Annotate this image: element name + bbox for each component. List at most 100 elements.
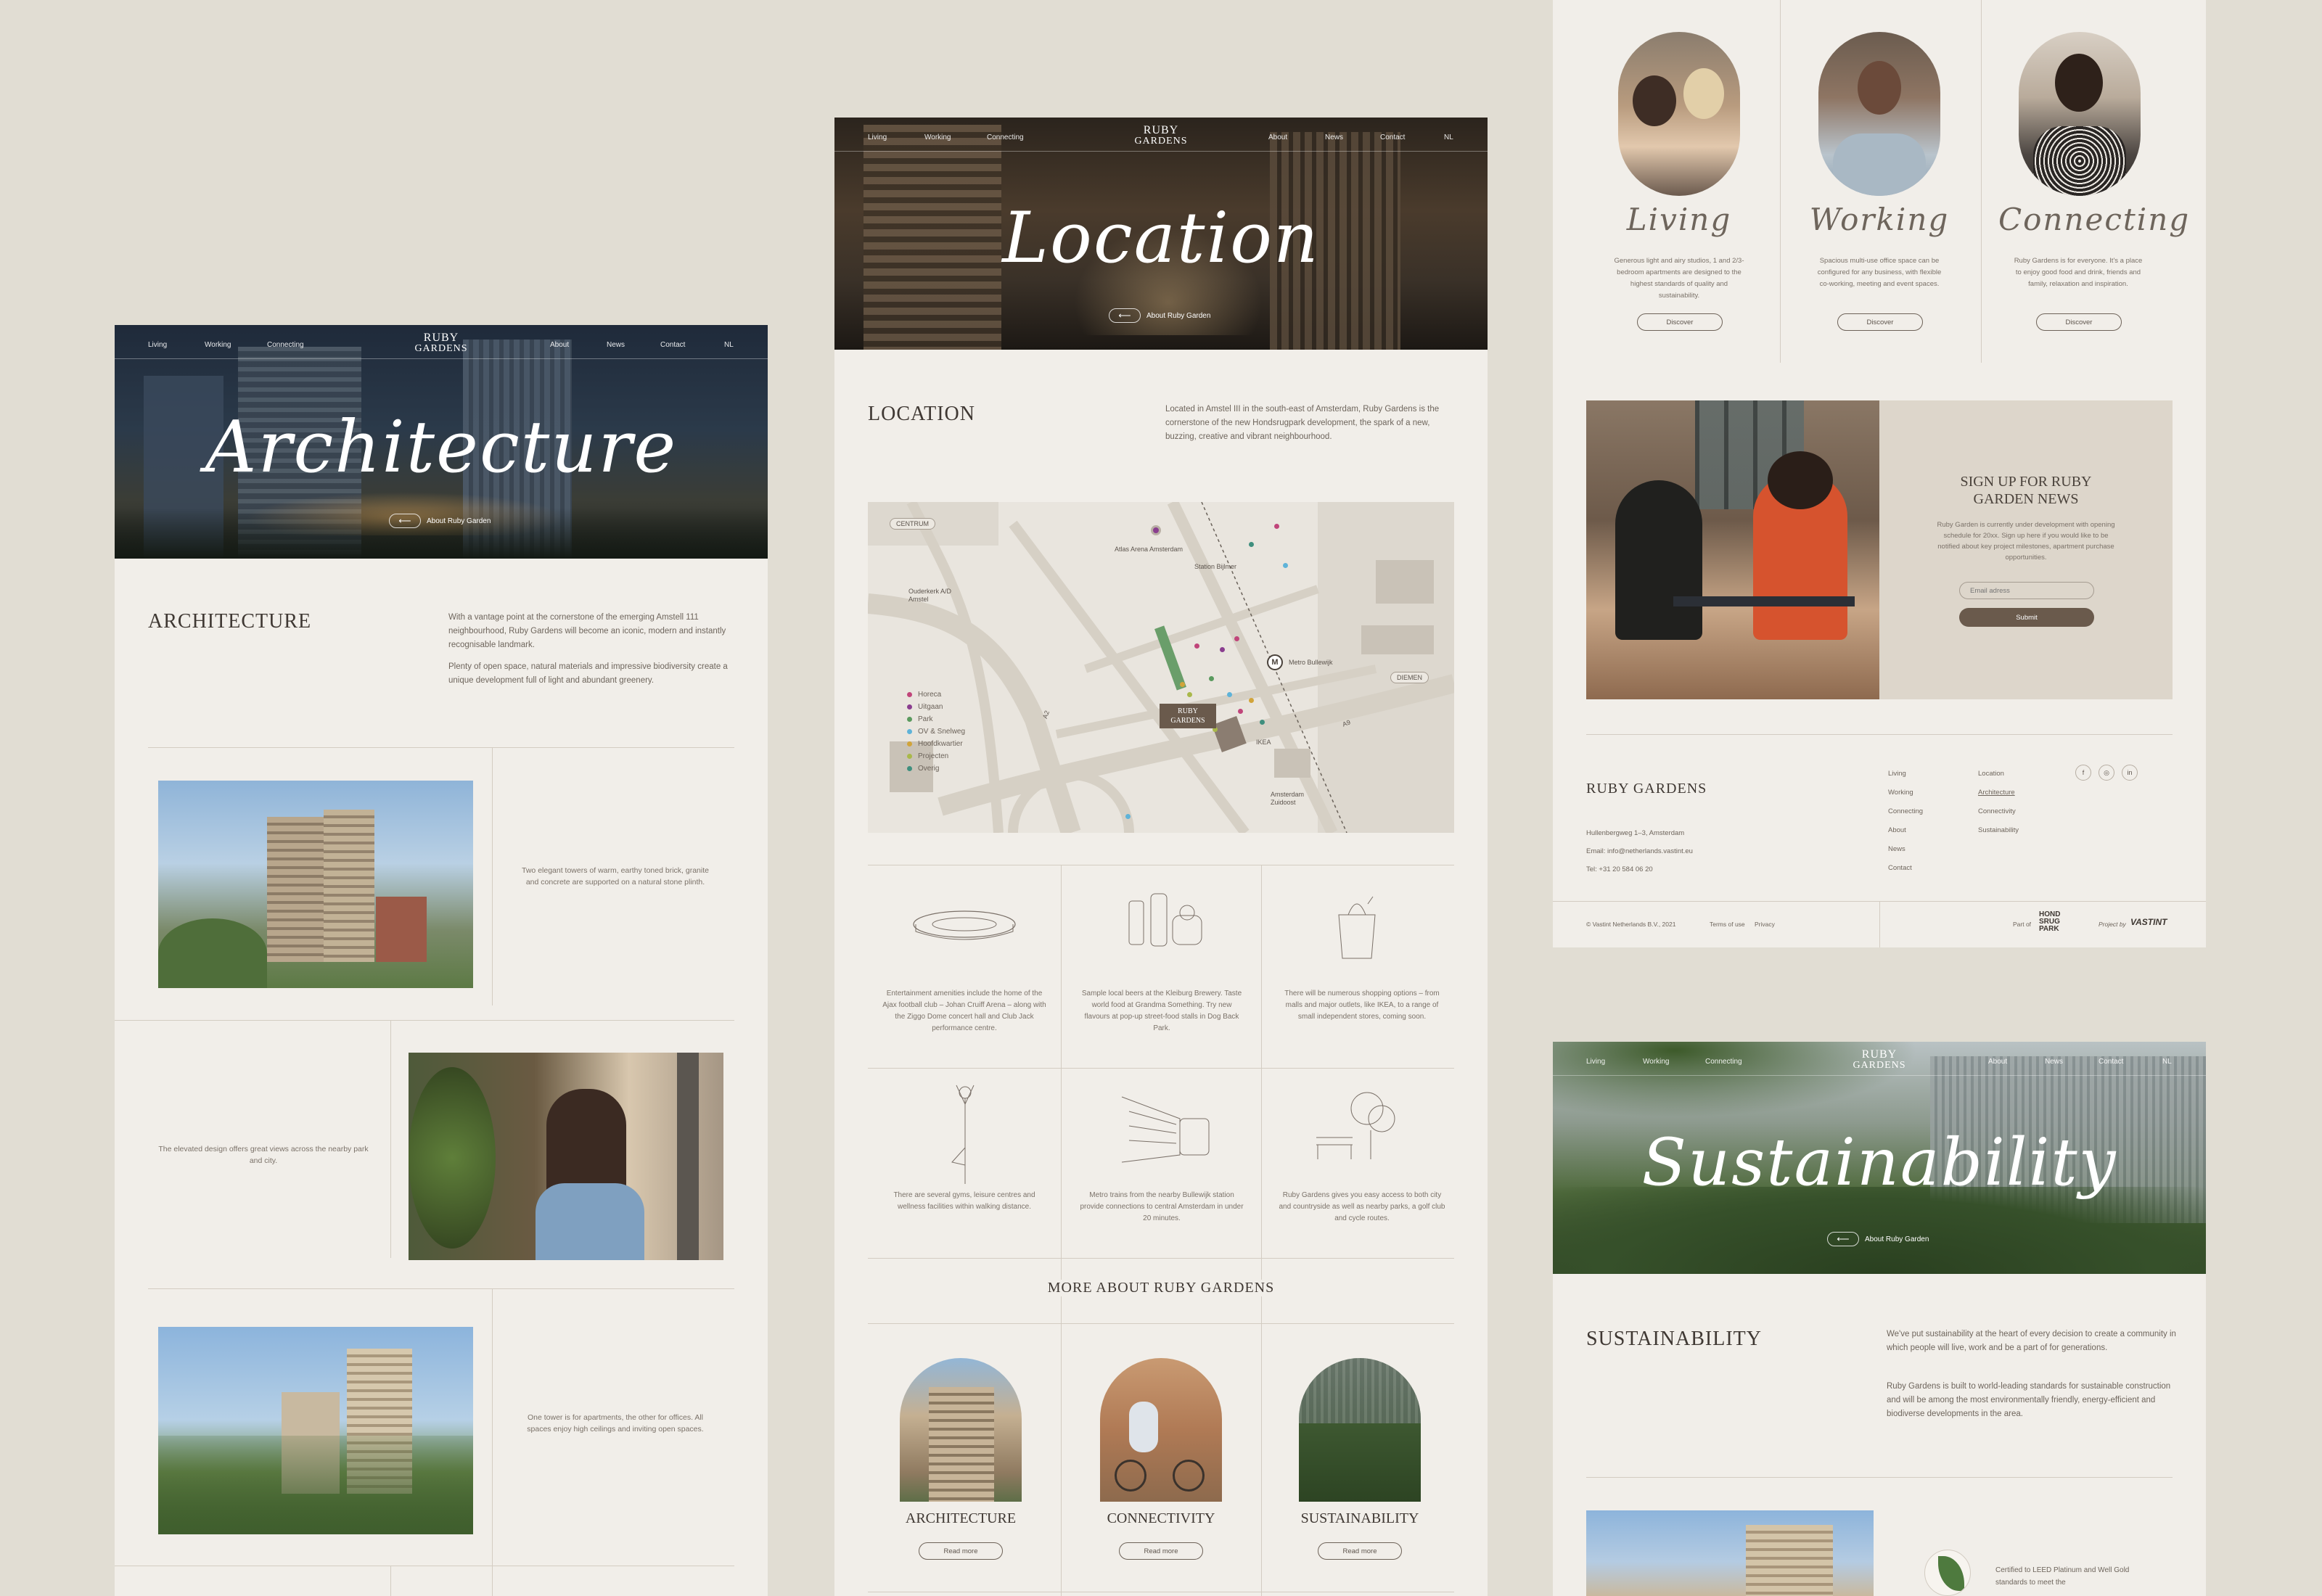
nav-news[interactable]: News [1325, 133, 1343, 141]
nav-living[interactable]: Living [1586, 1058, 1605, 1066]
footer-link-about[interactable]: About [1888, 821, 1923, 840]
woman-window-photo [409, 1053, 723, 1260]
footer-link-living[interactable]: Living [1888, 765, 1923, 783]
connecting-discover-button[interactable]: Discover [2036, 313, 2122, 331]
working-image[interactable] [1818, 32, 1940, 196]
email-input[interactable] [1959, 582, 2094, 599]
hondsrugpark-logo[interactable]: HOND SRUG PARK [2039, 911, 2060, 933]
nav-connecting[interactable]: Connecting [987, 133, 1024, 141]
footer-email[interactable]: Email: info@netherlands.vastint.eu [1586, 847, 1693, 857]
instagram-icon[interactable]: ◎ [2099, 765, 2114, 781]
nav-connecting[interactable]: Connecting [267, 341, 304, 349]
legend-label: Hoofdkwartier [918, 740, 963, 748]
working-discover-button[interactable]: Discover [1837, 313, 1923, 331]
legend-item-overig[interactable]: Overig [907, 765, 965, 773]
nav-working[interactable]: Working [924, 133, 951, 141]
nav-living[interactable]: Living [148, 341, 167, 349]
metro-icon: M [1267, 654, 1283, 670]
metro-train-icon [1121, 1096, 1210, 1163]
legend-item-uitgaan[interactable]: Uitgaan [907, 703, 965, 711]
amenity-text-metro: Metro trains from the nearby Bullewijk s… [1080, 1191, 1244, 1222]
divider [148, 747, 734, 748]
logo[interactable]: RUBY GARDENS [1125, 125, 1197, 147]
footer-phone[interactable]: Tel: +31 20 584 06 20 [1586, 865, 1653, 875]
legend-label: Park [918, 715, 933, 723]
vastint-logo[interactable]: VASTINT [2130, 917, 2167, 927]
divider [1981, 0, 1982, 363]
signup-heading: SIGN UP FOR RUBY GARDEN NEWS [1879, 473, 2173, 508]
sustainability-intro-2: Ruby Gardens is built to world-leading s… [1887, 1382, 2171, 1418]
nav-language[interactable]: NL [1444, 133, 1453, 141]
sustainability-intro-1: We've put sustainability at the heart of… [1887, 1330, 2176, 1352]
back-link[interactable]: ⟵ About Ruby Garden [1827, 1232, 1929, 1246]
arrow-left-icon: ⟵ [1827, 1232, 1859, 1246]
footer-link-news[interactable]: News [1888, 840, 1923, 859]
nav-divider [115, 358, 768, 359]
nav-language[interactable]: NL [724, 341, 734, 349]
location-map[interactable]: CENTRUM DIEMEN Ouderkerk A/D Amstel Atla… [868, 502, 1454, 833]
footer-brand[interactable]: RUBY GARDENS [1586, 781, 1707, 797]
sustainability-heading: SUSTAINABILITY [1586, 1328, 1762, 1350]
footer-link-connectivity[interactable]: Connectivity [1978, 802, 2019, 821]
logo[interactable]: RUBY GARDENS [405, 332, 477, 354]
legend-dot [907, 717, 912, 722]
footer-link-location[interactable]: Location [1978, 765, 2019, 783]
linkedin-icon[interactable]: in [2122, 765, 2138, 781]
footer-link-architecture[interactable]: Architecture [1978, 783, 2019, 802]
footer-link-sustainability[interactable]: Sustainability [1978, 821, 2019, 840]
legend-dot [907, 766, 912, 771]
more-title-architecture: ARCHITECTURE [905, 1510, 1017, 1526]
architecture-heading: ARCHITECTURE [148, 610, 312, 633]
logo-bottom: GARDENS [1853, 1060, 1906, 1071]
nav-living[interactable]: Living [868, 133, 887, 141]
amenity-text-wellness: There are several gyms, leisure centres … [893, 1191, 1035, 1211]
nav-contact[interactable]: Contact [1380, 133, 1405, 141]
facebook-icon[interactable]: f [2075, 765, 2091, 781]
nav-working[interactable]: Working [1643, 1058, 1670, 1066]
read-more-architecture-button[interactable]: Read more [919, 1542, 1003, 1560]
architecture-page: Living Working Connecting About News Con… [115, 325, 768, 1596]
nav-about[interactable]: About [550, 341, 569, 349]
amenity-text-entertainment: Entertainment amenities include the home… [882, 990, 1046, 1032]
nav-connecting[interactable]: Connecting [1705, 1058, 1742, 1066]
read-more-connectivity-button[interactable]: Read more [1119, 1542, 1203, 1560]
footer-link-working[interactable]: Working [1888, 783, 1923, 802]
divider [868, 1068, 1454, 1069]
nav-about[interactable]: About [1268, 133, 1287, 141]
towers-photo [158, 781, 473, 988]
signup-photo [1586, 400, 1879, 699]
architecture-intro-2: Plenty of open space, natural materials … [448, 662, 728, 685]
back-link[interactable]: ⟵ About Ruby Garden [389, 514, 491, 528]
nav-about[interactable]: About [1988, 1058, 2007, 1066]
footer-link-connecting[interactable]: Connecting [1888, 802, 1923, 821]
nav-language[interactable]: NL [2162, 1058, 2172, 1066]
divider [1586, 734, 2173, 735]
living-image[interactable] [1618, 32, 1740, 196]
nav-news[interactable]: News [2045, 1058, 2063, 1066]
terms-link[interactable]: Terms of use [1710, 920, 1745, 929]
footer-link-contact[interactable]: Contact [1888, 859, 1923, 878]
nav-contact[interactable]: Contact [660, 341, 685, 349]
connecting-image[interactable] [2019, 32, 2141, 196]
legend-item-hoofdkwartier[interactable]: Hoofdkwartier [907, 740, 965, 748]
living-discover-button[interactable]: Discover [1637, 313, 1723, 331]
logo[interactable]: RUBY GARDENS [1843, 1049, 1916, 1071]
more-connectivity-image[interactable] [1100, 1358, 1222, 1502]
legend-item-projecten[interactable]: Projecten [907, 752, 965, 760]
legend-item-ov[interactable]: OV & Snelweg [907, 728, 965, 736]
more-sustainability-image[interactable] [1299, 1358, 1421, 1502]
ruby-gardens-marker[interactable]: RUBY GARDENS [1160, 704, 1216, 728]
divider [390, 1566, 391, 1596]
legend-item-horeca[interactable]: Horeca [907, 691, 965, 699]
read-more-sustainability-button[interactable]: Read more [1318, 1542, 1402, 1560]
connecting-text: Ruby Gardens is for everyone. It's a pla… [2014, 257, 2143, 288]
nav-news[interactable]: News [607, 341, 625, 349]
back-link[interactable]: ⟵ About Ruby Garden [1109, 308, 1210, 323]
privacy-link[interactable]: Privacy [1755, 920, 1775, 929]
nav-contact[interactable]: Contact [2099, 1058, 2123, 1066]
submit-button[interactable]: Submit [1959, 608, 2094, 627]
project-by-label: Project by [2099, 921, 2126, 928]
more-architecture-image[interactable] [900, 1358, 1022, 1502]
legend-item-park[interactable]: Park [907, 715, 965, 723]
nav-working[interactable]: Working [205, 341, 231, 349]
